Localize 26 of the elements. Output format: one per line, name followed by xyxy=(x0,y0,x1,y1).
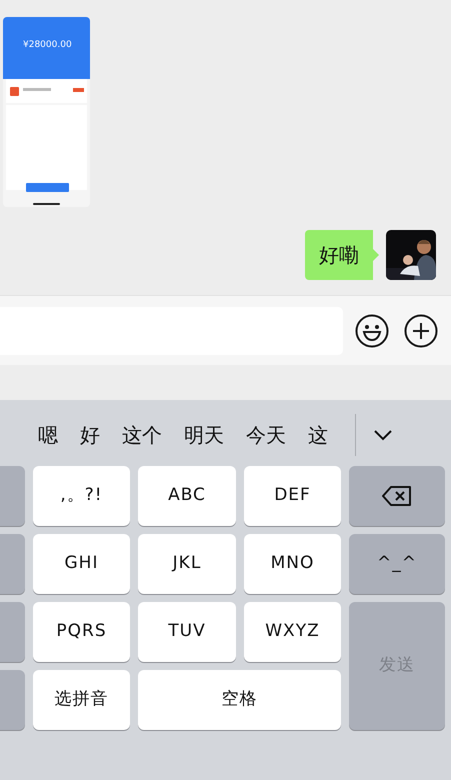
chevron-down-icon[interactable] xyxy=(373,429,393,441)
key[interactable]: TUV xyxy=(138,602,236,662)
candidate-word[interactable]: 今天 xyxy=(246,420,286,450)
key[interactable]: WXYZ xyxy=(244,602,341,662)
candidate-word[interactable]: 嗯 xyxy=(38,420,58,450)
candidate-word[interactable]: 这 xyxy=(308,420,328,450)
key[interactable]: ,。?! xyxy=(33,466,130,526)
candidate-word[interactable]: 这个 xyxy=(122,420,162,450)
space-key[interactable]: 空格 xyxy=(138,670,341,730)
key[interactable]: 选拼音 xyxy=(33,670,130,730)
backspace-icon xyxy=(382,486,412,506)
delete-key[interactable] xyxy=(349,466,445,526)
message-bubble: 好嘞 xyxy=(305,230,379,280)
add-icon[interactable] xyxy=(404,314,438,348)
candidate-word[interactable]: 好 xyxy=(80,420,100,450)
key[interactable]: PQRS xyxy=(33,602,130,662)
key[interactable]: JKL xyxy=(138,534,236,594)
emoticon-key[interactable]: ^_^ xyxy=(349,534,445,594)
key[interactable]: GHI xyxy=(33,534,130,594)
amount-text: ¥28000.00 xyxy=(23,39,72,51)
candidate-word[interactable]: 明天 xyxy=(184,420,224,450)
key[interactable]: MNO xyxy=(244,534,341,594)
key[interactable]: DEF xyxy=(244,466,341,526)
emoji-icon[interactable] xyxy=(355,314,389,348)
key[interactable]: ABC xyxy=(138,466,236,526)
image-message[interactable]: ¥28000.00 xyxy=(3,17,90,207)
